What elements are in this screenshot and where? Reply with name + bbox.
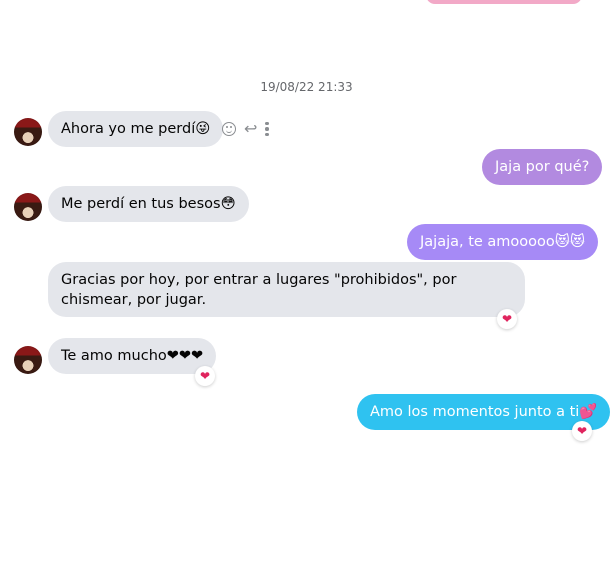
- message-text: Te amo mucho❤❤❤: [61, 348, 204, 364]
- message-bubble-outgoing[interactable]: Jaja por qué?: [482, 149, 603, 185]
- message-bubble-outgoing[interactable]: Amo los momentos junto a ti💕: [357, 394, 611, 430]
- message-bubble-outgoing[interactable]: Jajaja, te amooooo😻😻: [407, 224, 599, 260]
- heart-reaction-icon[interactable]: ❤: [195, 366, 215, 386]
- smile-icon[interactable]: [222, 122, 236, 136]
- message-bubble-incoming[interactable]: Te amo mucho❤❤❤: [48, 338, 217, 374]
- message-text: Jaja por qué?: [495, 159, 590, 175]
- avatar[interactable]: [14, 118, 42, 146]
- message-bubble-incoming[interactable]: Gracias por hoy, por entrar a lugares "p…: [48, 262, 525, 317]
- message-text: Jajaja, te amooooo😻😻: [420, 234, 586, 250]
- conversation-timestamp: 19/08/22 21:33: [260, 80, 353, 94]
- heart-reaction-icon[interactable]: ❤: [572, 421, 592, 441]
- avatar[interactable]: [14, 346, 42, 374]
- message-text: Gracias por hoy, por entrar a lugares "p…: [61, 272, 457, 308]
- message-bubble-incoming[interactable]: Ahora yo me perdí😜: [48, 111, 224, 147]
- reply-icon[interactable]: ↩: [244, 121, 257, 137]
- avatar[interactable]: [14, 193, 42, 221]
- message-text: Amo los momentos junto a ti💕: [370, 404, 598, 420]
- message-text: Ahora yo me perdí😜: [61, 121, 211, 137]
- heart-reaction-icon[interactable]: ❤: [497, 309, 517, 329]
- message-bubble-incoming[interactable]: Me perdí en tus besos😳: [48, 186, 249, 222]
- message-text: Me perdí en tus besos😳: [61, 196, 236, 212]
- message-actions: ↩: [222, 121, 269, 137]
- more-dots-icon[interactable]: [265, 121, 269, 137]
- previous-message-bubble[interactable]: [426, 0, 582, 4]
